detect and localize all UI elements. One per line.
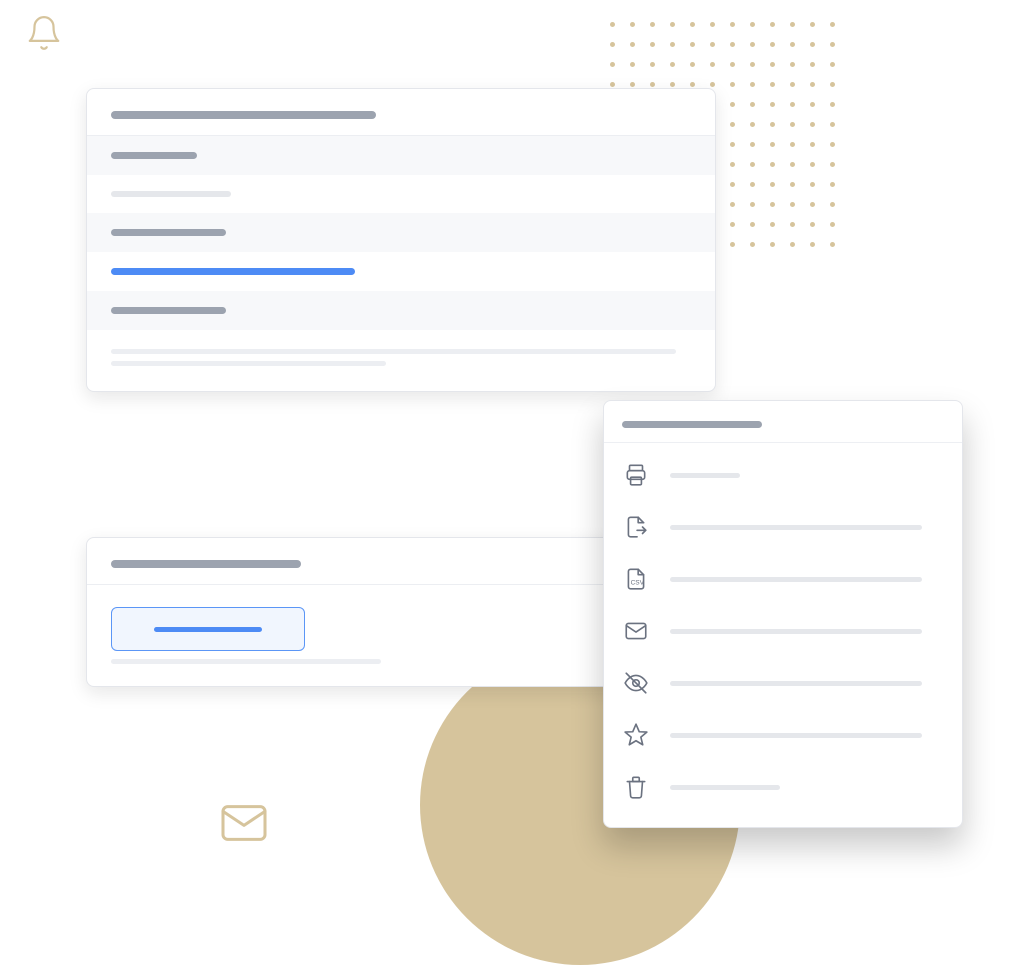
context-menu-item-label bbox=[670, 629, 922, 634]
context-menu-item-label bbox=[670, 733, 922, 738]
section-1-heading[interactable] bbox=[87, 136, 715, 175]
csv-icon bbox=[622, 565, 650, 593]
bell-icon bbox=[25, 14, 63, 52]
star-icon bbox=[622, 721, 650, 749]
content-line bbox=[111, 361, 386, 366]
context-menu-list bbox=[604, 443, 962, 813]
context-menu-item[interactable] bbox=[604, 657, 962, 709]
context-menu-item-label bbox=[670, 525, 922, 530]
context-menu bbox=[603, 400, 963, 828]
section-2-highlight[interactable] bbox=[87, 252, 715, 291]
context-menu-title bbox=[622, 421, 762, 428]
context-menu-item-label bbox=[670, 577, 922, 582]
context-menu-item-label bbox=[670, 785, 780, 790]
section-item-bar bbox=[111, 191, 231, 197]
context-menu-item-label bbox=[670, 681, 922, 686]
context-menu-item[interactable] bbox=[604, 501, 962, 553]
print-icon bbox=[622, 461, 650, 489]
secondary-panel-title bbox=[111, 560, 301, 568]
highlight-link-bar bbox=[111, 268, 355, 275]
context-menu-item[interactable] bbox=[604, 709, 962, 761]
main-panel-title bbox=[111, 111, 376, 119]
main-panel bbox=[86, 88, 716, 392]
section-heading-bar bbox=[111, 307, 226, 314]
hide-icon bbox=[622, 669, 650, 697]
main-panel-header bbox=[87, 89, 715, 136]
section-1-item[interactable] bbox=[87, 175, 715, 213]
mail-icon bbox=[216, 795, 272, 851]
content-line bbox=[111, 349, 676, 354]
section-3-content bbox=[87, 330, 715, 391]
context-menu-item[interactable] bbox=[604, 761, 962, 813]
section-heading-bar bbox=[111, 152, 197, 159]
context-menu-header bbox=[604, 401, 962, 443]
section-2-heading[interactable] bbox=[87, 213, 715, 252]
email-icon bbox=[622, 617, 650, 645]
primary-action-button[interactable] bbox=[111, 607, 305, 651]
export-icon bbox=[622, 513, 650, 541]
trash-icon bbox=[622, 773, 650, 801]
button-label bbox=[154, 627, 262, 632]
secondary-footer-line bbox=[111, 659, 381, 664]
context-menu-item[interactable] bbox=[604, 553, 962, 605]
section-heading-bar bbox=[111, 229, 226, 236]
context-menu-item[interactable] bbox=[604, 605, 962, 657]
context-menu-item-label bbox=[670, 473, 740, 478]
context-menu-item[interactable] bbox=[604, 449, 962, 501]
section-3-heading[interactable] bbox=[87, 291, 715, 330]
